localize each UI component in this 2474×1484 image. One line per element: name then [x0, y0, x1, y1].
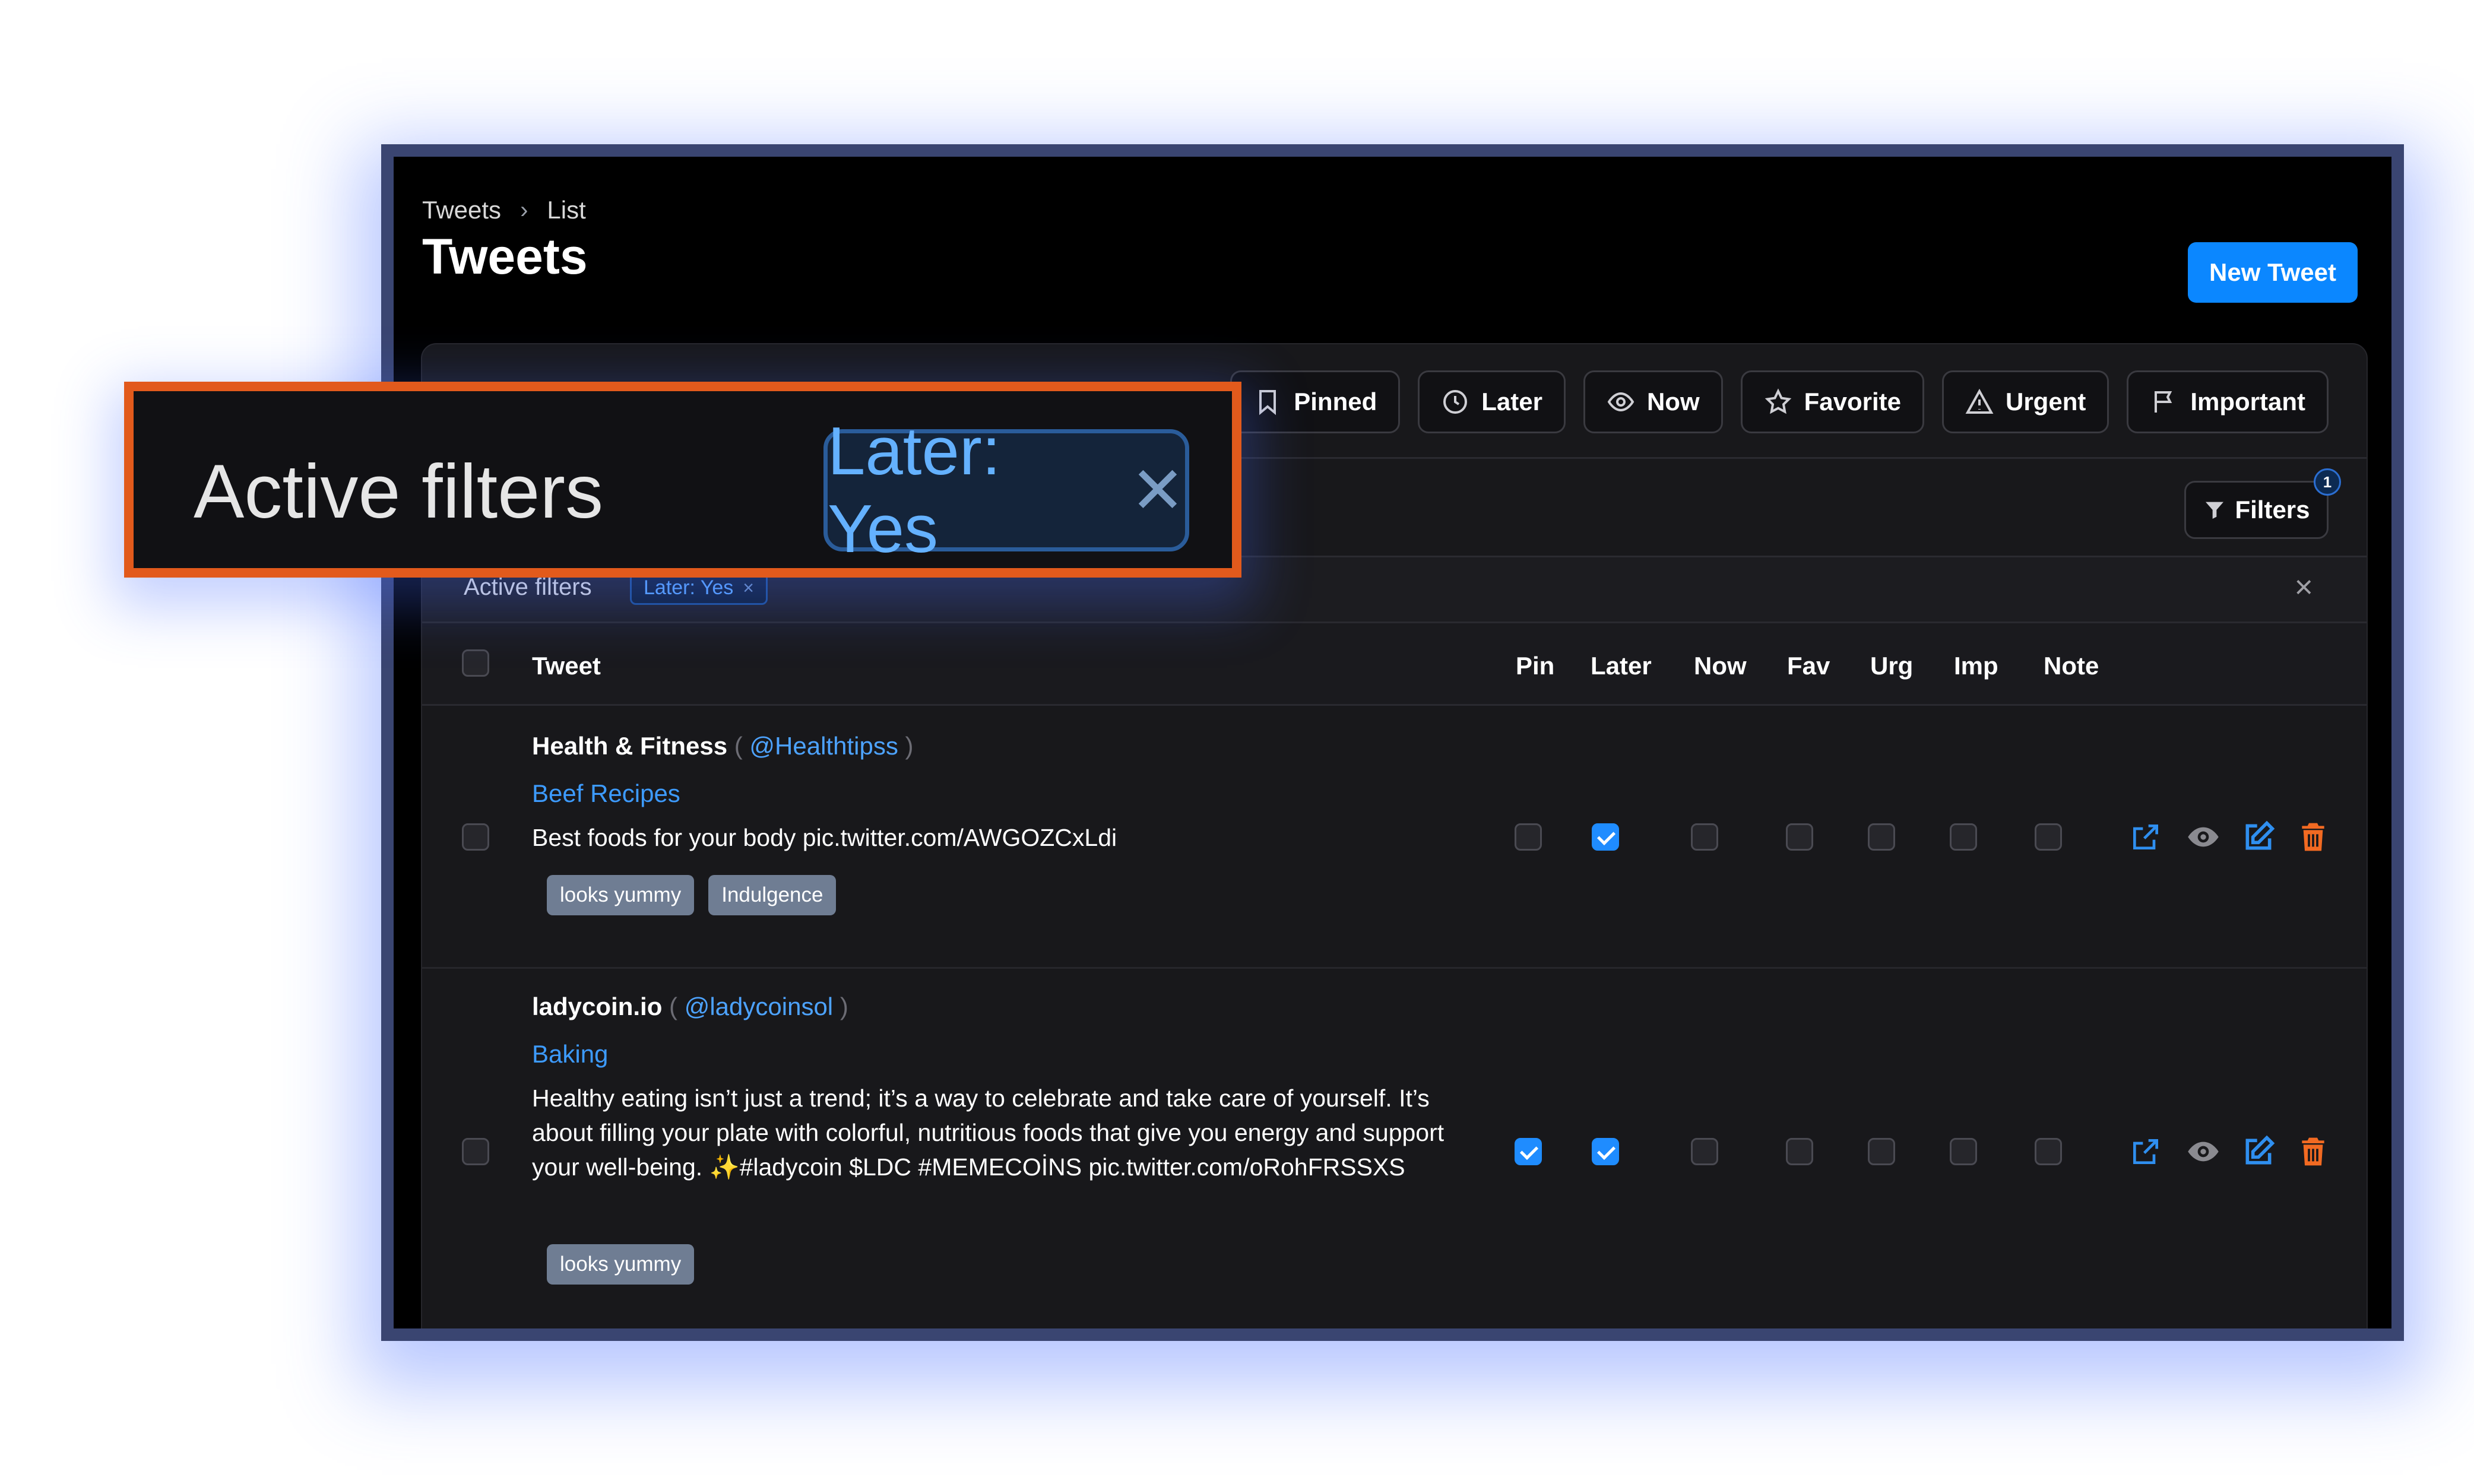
remove-filter-icon[interactable]: ×: [743, 577, 754, 599]
external-link-icon[interactable]: [2129, 820, 2162, 854]
table-row: Health & Fitness ( @Healthtipss ) Beef R…: [422, 706, 2367, 967]
column-header-urg[interactable]: Urg: [1870, 652, 1913, 680]
funnel-icon: [2206, 502, 2224, 519]
trash-icon[interactable]: [2296, 820, 2330, 854]
filters-button[interactable]: Filters 1: [2184, 468, 2341, 539]
tweet-author: ladycoin.io ( @ladycoinsol ): [532, 992, 848, 1021]
edit-icon[interactable]: [2242, 1135, 2275, 1168]
tweet-tags: looks yummy: [547, 1244, 695, 1285]
filters-count-badge: 1: [2314, 468, 2341, 496]
new-tweet-button[interactable]: New Tweet: [2188, 242, 2358, 303]
tweet-text: Healthy eating isn’t just a trend; it’s …: [532, 1085, 1445, 1181]
author-handle-link[interactable]: @ladycoinsol: [685, 992, 833, 1020]
author-name: ladycoin.io: [532, 992, 663, 1020]
active-filters-label: Active filters: [464, 574, 592, 600]
tab-label: Pinned: [1294, 388, 1377, 416]
eye-icon[interactable]: [2187, 1135, 2220, 1168]
tag-badge: Indulgence: [708, 875, 837, 915]
table-row: ladycoin.io ( @ladycoinsol ) Baking Heal…: [422, 969, 2367, 1328]
tab-label: Urgent: [2006, 388, 2086, 416]
later-checkbox[interactable]: [1592, 1138, 1619, 1165]
tweet-text: Best foods for your body pic.twitter.com…: [532, 824, 1117, 851]
filter-chip-zoomed: Later: Yes ✕: [823, 414, 1189, 567]
urg-checkbox[interactable]: [1868, 823, 1895, 851]
later-checkbox[interactable]: [1592, 823, 1619, 851]
paren: ): [840, 992, 848, 1020]
tab-now[interactable]: Now: [1583, 370, 1723, 433]
tab-label: Important: [2190, 388, 2305, 416]
active-filters-callout: Active filters Later: Yes ✕: [124, 382, 1241, 578]
tag-badge: looks yummy: [547, 1244, 695, 1285]
active-filters-label-zoomed: Active filters: [194, 449, 603, 534]
bookmark-icon: [1259, 390, 1276, 416]
fav-checkbox[interactable]: [1786, 1138, 1813, 1165]
column-header-tweet[interactable]: Tweet: [532, 652, 601, 680]
app-content: Tweets › List Tweets New Tweet Pinned La…: [394, 157, 2391, 1328]
clear-filters-icon[interactable]: ×: [2294, 569, 2313, 605]
column-header-note[interactable]: Note: [2044, 652, 2099, 680]
imp-checkbox[interactable]: [1950, 823, 1977, 851]
paren: ): [905, 732, 914, 760]
page-title: Tweets: [422, 229, 588, 284]
row-select-checkbox[interactable]: [462, 823, 489, 851]
urg-checkbox[interactable]: [1868, 1138, 1895, 1165]
tab-favorite[interactable]: Favorite: [1740, 370, 1924, 433]
eye-icon: [1607, 392, 1634, 412]
breadcrumb-current: List: [547, 196, 586, 224]
tab-label: Now: [1646, 388, 1700, 416]
breadcrumb: Tweets › List: [422, 196, 586, 224]
star-icon: [1765, 388, 1791, 414]
row-select-checkbox[interactable]: [462, 1138, 489, 1165]
clock-icon: [1443, 390, 1468, 414]
pin-checkbox[interactable]: [1515, 1138, 1542, 1165]
note-checkbox[interactable]: [2035, 1138, 2062, 1165]
tab-label: Favorite: [1804, 388, 1901, 416]
tab-important[interactable]: Important: [2127, 370, 2329, 433]
tweet-category-link[interactable]: Beef Recipes: [532, 779, 680, 808]
trash-icon[interactable]: [2296, 1135, 2330, 1168]
column-header-fav[interactable]: Fav: [1787, 652, 1830, 680]
chevron-right-icon: ›: [520, 196, 528, 223]
fav-checkbox[interactable]: [1786, 823, 1813, 851]
paren: (: [734, 732, 743, 760]
author-name: Health & Fitness: [532, 732, 728, 760]
paren: (: [669, 992, 678, 1020]
breadcrumb-root-link[interactable]: Tweets: [422, 196, 501, 224]
column-header-imp[interactable]: Imp: [1954, 652, 1998, 680]
table-header: Tweet Pin Later Now Fav Urg Imp Note: [422, 623, 2367, 704]
select-all-checkbox[interactable]: [462, 649, 489, 677]
warning-icon: [1965, 388, 1994, 414]
eye-icon[interactable]: [2187, 820, 2220, 854]
external-link-icon[interactable]: [2129, 1135, 2162, 1168]
filter-tabs: Pinned Later Now Favorite Urgent Importa…: [1230, 370, 2329, 433]
tab-later[interactable]: Later: [1418, 370, 1566, 433]
remove-filter-icon[interactable]: ✕: [1130, 452, 1185, 528]
tweet-tags: looks yummy Indulgence: [547, 875, 837, 915]
filter-chip-label-zoomed: Later: Yes: [828, 414, 1001, 567]
pin-checkbox[interactable]: [1515, 823, 1542, 851]
tab-urgent[interactable]: Urgent: [1942, 370, 2109, 433]
filters-label: Filters: [2235, 496, 2310, 524]
tab-label: Later: [1481, 388, 1542, 416]
note-checkbox[interactable]: [2035, 823, 2062, 851]
tag-badge: looks yummy: [547, 875, 695, 915]
imp-checkbox[interactable]: [1950, 1138, 1977, 1165]
filter-chip-label: Later: Yes: [644, 576, 734, 599]
column-header-later[interactable]: Later: [1591, 652, 1652, 680]
now-checkbox[interactable]: [1691, 823, 1718, 851]
author-handle-link[interactable]: @Healthtipss: [749, 732, 898, 760]
column-header-pin[interactable]: Pin: [1516, 652, 1554, 680]
app-window: Tweets › List Tweets New Tweet Pinned La…: [381, 144, 2404, 1341]
tab-pinned[interactable]: Pinned: [1230, 370, 1401, 433]
now-checkbox[interactable]: [1691, 1138, 1718, 1165]
edit-icon[interactable]: [2242, 820, 2275, 854]
tweet-author: Health & Fitness ( @Healthtipss ): [532, 732, 914, 760]
flag-icon: [2155, 391, 2172, 413]
column-header-now[interactable]: Now: [1694, 652, 1747, 680]
tweet-category-link[interactable]: Baking: [532, 1040, 608, 1068]
